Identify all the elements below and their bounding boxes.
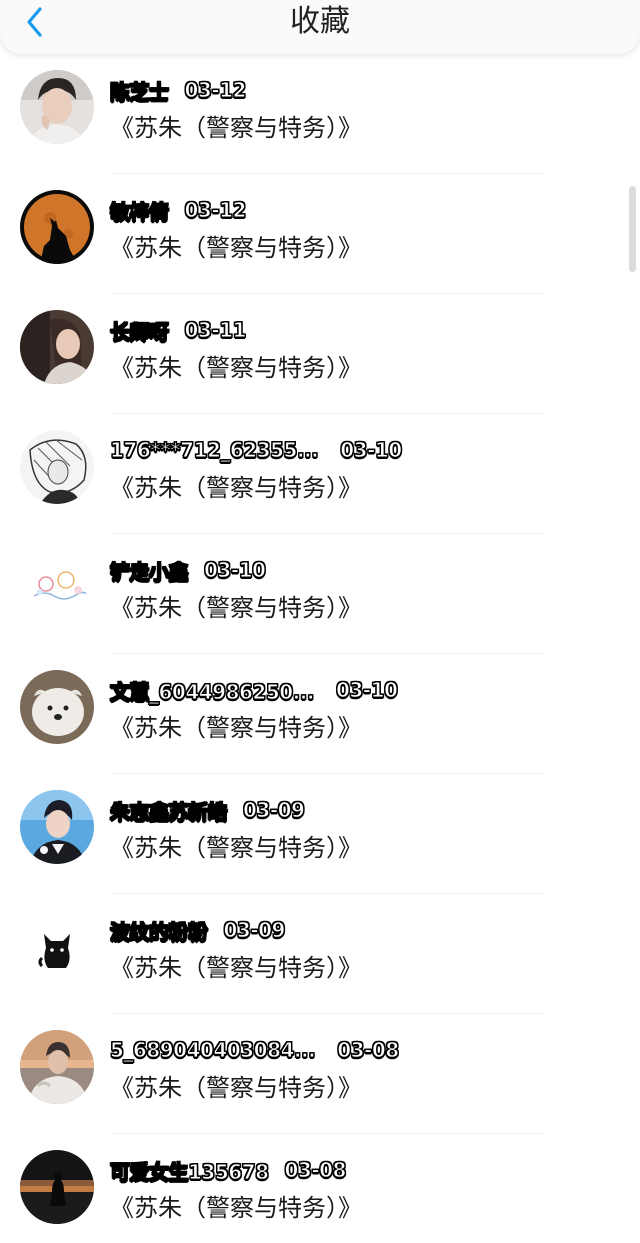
list-item[interactable]: 波纹的粉粉 03-09 《苏朱（警察与特务）》 [0, 894, 640, 1014]
user-name[interactable]: 铲走小鑫 [110, 556, 190, 585]
avatar[interactable] [20, 670, 94, 744]
item-title: 《苏朱（警察与特务）》 [110, 1194, 362, 1222]
item-title: 《苏朱（警察与特务）》 [110, 714, 362, 742]
sunset-portrait-image [20, 1030, 94, 1104]
list-item[interactable]: 长卿呀 03-11 《苏朱（警察与特务）》 [0, 294, 640, 414]
item-date: 03-12 [184, 78, 247, 103]
item-meta: 敏梓倩 03-12 [110, 196, 247, 225]
list-item[interactable]: 可爱女生135678 03-08 《苏朱（警察与特务）》 [0, 1134, 640, 1243]
favorites-screen: 收藏 陈芝士 03-12 《苏朱（警察与特务）》 敏梓倩 03-12 《苏朱（警… [0, 0, 640, 1243]
item-meta: 文慧_6044986250... 03-10 [110, 676, 399, 705]
user-name[interactable]: 可爱女生135678 [110, 1156, 270, 1185]
list-item[interactable]: 176***712_62355... 03-10 《苏朱（警察与特务）》 [0, 414, 640, 534]
user-name[interactable]: 朱志鑫苏新皓 [110, 796, 229, 825]
item-meta: 可爱女生135678 03-08 [110, 1156, 347, 1185]
scrollbar[interactable] [629, 186, 636, 272]
avatar[interactable] [20, 1150, 94, 1224]
item-date: 03-10 [203, 558, 266, 583]
user-name[interactable]: 波纹的粉粉 [110, 916, 209, 945]
avatar[interactable] [20, 70, 94, 144]
wolf-moon-image [20, 190, 94, 264]
cartoon-doodle-image [20, 550, 94, 624]
page-title: 收藏 [290, 4, 350, 39]
list-item[interactable]: 敏梓倩 03-12 《苏朱（警察与特务）》 [0, 174, 640, 294]
user-name[interactable]: 长卿呀 [110, 316, 170, 345]
avatar[interactable] [20, 550, 94, 624]
item-title: 《苏朱（警察与特务）》 [110, 1074, 362, 1102]
avatar[interactable] [20, 310, 94, 384]
avatar[interactable] [20, 790, 94, 864]
list-item[interactable]: 陈芝士 03-12 《苏朱（警察与特务）》 [0, 54, 640, 174]
item-title: 《苏朱（警察与特务）》 [110, 114, 362, 142]
item-title: 《苏朱（警察与特务）》 [110, 594, 362, 622]
user-name[interactable]: 陈芝士 [110, 76, 170, 105]
black-cat-image [20, 910, 94, 984]
item-meta: 铲走小鑫 03-10 [110, 556, 267, 585]
item-title: 《苏朱（警察与特务）》 [110, 954, 362, 982]
item-meta: 176***712_62355... 03-10 [109, 436, 403, 464]
favorites-list: 陈芝士 03-12 《苏朱（警察与特务）》 敏梓倩 03-12 《苏朱（警察与特… [0, 54, 640, 1243]
user-name[interactable]: 5_689040403084... [109, 1038, 316, 1063]
avatar[interactable] [20, 910, 94, 984]
list-item[interactable]: 朱志鑫苏新皓 03-09 《苏朱（警察与特务）》 [0, 774, 640, 894]
item-meta: 朱志鑫苏新皓 03-09 [110, 796, 306, 825]
top-bar: 收藏 [0, 0, 640, 54]
avatar[interactable] [20, 190, 94, 264]
item-date: 03-09 [223, 918, 286, 943]
avatar[interactable] [20, 1030, 94, 1104]
white-dog-image [20, 670, 94, 744]
item-date: 03-09 [242, 798, 305, 823]
item-date: 03-10 [335, 678, 398, 703]
item-meta: 长卿呀 03-11 [110, 316, 247, 345]
item-date: 03-11 [184, 318, 247, 343]
item-date: 03-08 [337, 1038, 400, 1063]
avatar[interactable] [20, 430, 94, 504]
user-name[interactable]: 176***712_62355... [109, 438, 319, 463]
user-name[interactable]: 文慧_6044986250... [110, 676, 315, 705]
list-item[interactable]: 铲走小鑫 03-10 《苏朱（警察与特务）》 [0, 534, 640, 654]
item-title: 《苏朱（警察与特务）》 [110, 234, 362, 262]
girl-photo-image [20, 310, 94, 384]
manga-sketch-image [20, 430, 94, 504]
item-meta: 5_689040403084... 03-08 [109, 1036, 400, 1064]
item-title: 《苏朱（警察与特务）》 [110, 474, 362, 502]
stage-photo-image [20, 790, 94, 864]
item-meta: 陈芝士 03-12 [110, 76, 247, 105]
list-item[interactable]: 文慧_6044986250... 03-10 《苏朱（警察与特务）》 [0, 654, 640, 774]
item-title: 《苏朱（警察与特务）》 [110, 834, 362, 862]
night-silhouette-image [20, 1150, 94, 1224]
item-meta: 波纹的粉粉 03-09 [110, 916, 286, 945]
item-title: 《苏朱（警察与特务）》 [110, 354, 362, 382]
item-date: 03-08 [284, 1158, 347, 1183]
list-item[interactable]: 5_689040403084... 03-08 《苏朱（警察与特务）》 [0, 1014, 640, 1134]
item-date: 03-12 [184, 198, 247, 223]
user-name[interactable]: 敏梓倩 [110, 196, 170, 225]
item-date: 03-10 [340, 438, 403, 463]
portrait-photo-image [20, 70, 94, 144]
